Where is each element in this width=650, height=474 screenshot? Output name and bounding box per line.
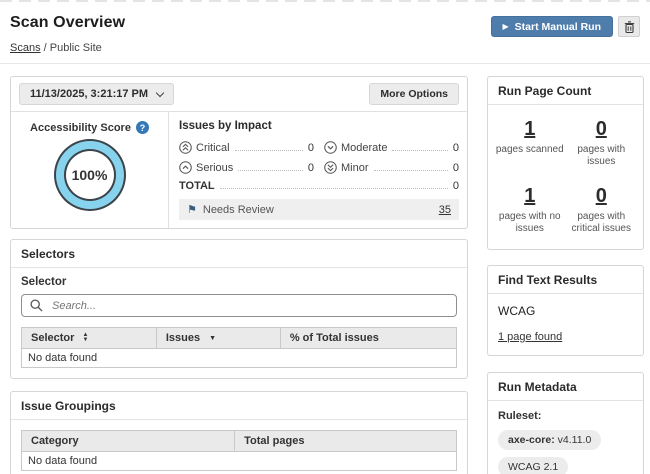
impact-label: Moderate (341, 142, 387, 154)
find-text-term: WCAG (498, 304, 633, 318)
breadcrumb: Scans / Public Site (10, 42, 125, 54)
ruleset-label: Ruleset: (498, 410, 633, 422)
run-date-dropdown[interactable]: 11/13/2025, 3:21:17 PM (19, 83, 174, 105)
play-icon: ▶ (503, 23, 509, 31)
impact-label: Serious (196, 162, 233, 174)
stat-link[interactable]: 0 (596, 185, 607, 208)
selectors-col-selector[interactable]: Selector ▲▼ (22, 328, 157, 349)
needs-review-label: Needs Review (203, 204, 274, 216)
stat-pages-scanned: 1 pages scanned (495, 118, 565, 168)
start-manual-run-label: Start Manual Run (515, 21, 601, 33)
stat-pages-no-issues: 1 pages with no issues (495, 185, 565, 235)
selector-field-label: Selector (21, 276, 457, 288)
sort-desc-icon: ▼ (209, 335, 216, 342)
breadcrumb-separator: / (44, 42, 47, 54)
stat-pages-with-issues: 0 pages with issues (566, 118, 636, 168)
stat-label: pages scanned (496, 144, 564, 156)
impact-value: 0 (308, 162, 314, 174)
needs-review-count-link[interactable]: 35 (439, 204, 451, 216)
ruleset-badge-axe-core: axe-core: v4.11.0 (498, 430, 601, 450)
selectors-col-issues[interactable]: Issues ▼ (156, 328, 280, 349)
issues-by-impact-title: Issues by Impact (179, 120, 459, 132)
impact-total-row: TOTAL 0 (179, 180, 459, 192)
selectors-title: Selectors (11, 240, 467, 268)
impact-row-critical: Critical 0 (179, 141, 314, 154)
issue-groupings-table: Category Total pages No data found (21, 430, 457, 471)
impact-row-minor: Minor 0 (324, 161, 459, 174)
impact-label: Critical (196, 142, 230, 154)
search-icon (30, 299, 43, 312)
dotted-leader (220, 188, 448, 189)
run-metadata-title: Run Metadata (488, 373, 643, 401)
stat-pages-critical-issues: 0 pages with critical issues (566, 185, 636, 235)
groupings-col-total-pages: Total pages (235, 431, 457, 452)
issue-groupings-card: Issue Groupings Category Total pages (10, 391, 468, 474)
selectors-table: Selector ▲▼ Issues ▼ % of Total issues (21, 327, 457, 368)
stat-link[interactable]: 1 (524, 185, 535, 208)
selectors-card: Selectors Selector Selector (10, 239, 468, 379)
stat-label: pages with issues (566, 144, 636, 168)
dotted-leader (235, 150, 303, 151)
sort-both-icon: ▲▼ (82, 333, 88, 343)
delete-scan-button[interactable] (618, 16, 640, 37)
table-row: No data found (22, 349, 457, 368)
stat-link[interactable]: 0 (596, 118, 607, 141)
accessibility-score-ring: 100% (66, 151, 114, 199)
selectors-empty-cell: No data found (22, 349, 457, 368)
accessibility-score-label: Accessibility Score (30, 122, 131, 134)
dotted-leader (374, 170, 448, 171)
accessibility-score-panel: Accessibility Score ? 100% (11, 112, 169, 228)
impact-value: 0 (308, 142, 314, 154)
page-title: Scan Overview (10, 14, 125, 32)
stat-link[interactable]: 1 (524, 118, 535, 141)
breadcrumb-current: Public Site (50, 42, 102, 54)
issue-groupings-title: Issue Groupings (11, 392, 467, 420)
critical-icon (179, 141, 192, 154)
run-page-count-card: Run Page Count 1 pages scanned 0 pages w… (487, 76, 644, 250)
run-overview-card: 11/13/2025, 3:21:17 PM More Options Acce… (10, 76, 468, 229)
run-date-label: 11/13/2025, 3:21:17 PM (30, 88, 148, 100)
chevron-down-icon (156, 88, 164, 96)
trash-icon (624, 21, 635, 33)
impact-total-label: TOTAL (179, 180, 215, 192)
impact-value: 0 (453, 162, 459, 174)
run-metadata-card: Run Metadata Ruleset: axe-core: v4.11.0 … (487, 372, 644, 474)
dotted-leader (238, 170, 303, 171)
table-row: No data found (22, 452, 457, 471)
impact-label: Minor (341, 162, 369, 174)
serious-icon (179, 161, 192, 174)
minor-icon (324, 161, 337, 174)
help-icon[interactable]: ? (136, 121, 149, 134)
moderate-icon (324, 141, 337, 154)
accessibility-score-value: 100% (72, 167, 108, 183)
impact-total-value: 0 (453, 180, 459, 192)
more-options-label: More Options (380, 88, 448, 100)
find-text-results-title: Find Text Results (488, 266, 643, 294)
selector-search-input[interactable] (21, 294, 457, 317)
ruleset-badge-wcag: WCAG 2.1 (498, 457, 568, 474)
stat-label: pages with critical issues (566, 211, 636, 235)
dotted-leader (392, 150, 447, 151)
impact-row-moderate: Moderate 0 (324, 141, 459, 154)
find-text-pages-link[interactable]: 1 page found (498, 331, 562, 343)
breadcrumb-scans-link[interactable]: Scans (10, 42, 41, 54)
page-header: Scan Overview Scans / Public Site ▶ Star… (0, 3, 650, 64)
issues-by-impact-panel: Issues by Impact Critical 0 (169, 112, 467, 228)
needs-review-row: ⚑ Needs Review 35 (179, 199, 459, 220)
impact-value: 0 (453, 142, 459, 154)
stat-label: pages with no issues (495, 211, 565, 235)
impact-row-serious: Serious 0 (179, 161, 314, 174)
run-page-count-title: Run Page Count (488, 77, 643, 105)
selectors-col-percent: % of Total issues (280, 328, 456, 349)
find-text-results-card: Find Text Results WCAG 1 page found (487, 265, 644, 356)
flag-icon: ⚑ (187, 203, 197, 216)
start-manual-run-button[interactable]: ▶ Start Manual Run (491, 16, 614, 37)
more-options-button[interactable]: More Options (369, 83, 459, 105)
groupings-col-category: Category (22, 431, 235, 452)
groupings-empty-cell: No data found (22, 452, 457, 471)
